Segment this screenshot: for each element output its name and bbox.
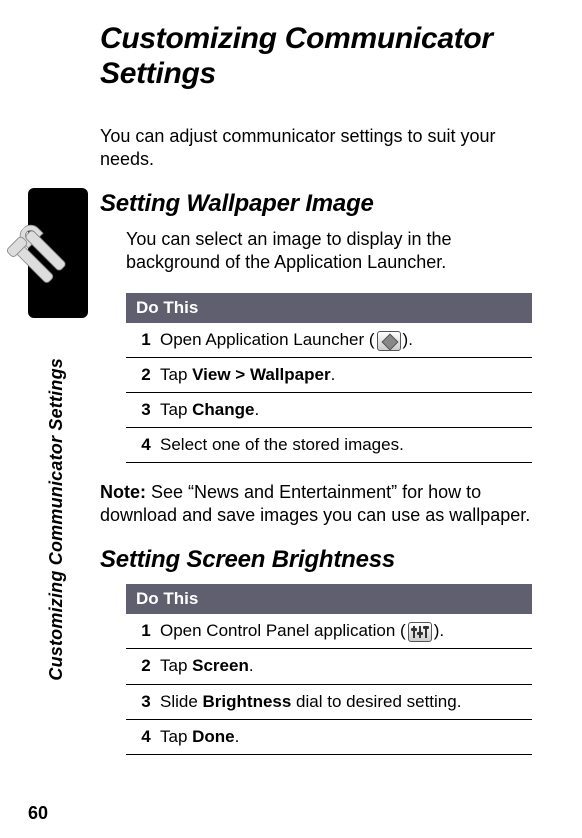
app-launcher-icon: [377, 331, 401, 351]
content: Customizing Communicator Settings You ca…: [100, 20, 552, 755]
table-row: 2 Tap View > Wallpaper.: [126, 358, 532, 393]
step-text: Slide Brightness dial to desired setting…: [160, 684, 532, 719]
table-header: Do This: [126, 584, 532, 614]
step-number: 1: [126, 614, 160, 649]
step-number: 2: [126, 649, 160, 684]
page-number: 60: [28, 803, 48, 824]
note-label: Note:: [100, 482, 146, 502]
step-text: Open Control Panel application ().: [160, 614, 532, 649]
table-row: 1 Open Control Panel application ().: [126, 614, 532, 649]
table-row: 3 Tap Change.: [126, 393, 532, 428]
section1-table: Do This 1 Open Application Launcher (). …: [126, 293, 532, 463]
step-text: Tap Screen.: [160, 649, 532, 684]
table-row: 2 Tap Screen.: [126, 649, 532, 684]
step-number: 2: [126, 358, 160, 393]
table-row: 4 Tap Done.: [126, 719, 532, 754]
table-row: 3 Slide Brightness dial to desired setti…: [126, 684, 532, 719]
table-header: Do This: [126, 293, 532, 323]
section1-heading: Setting Wallpaper Image: [100, 190, 532, 218]
tools-icon: [28, 188, 88, 318]
table-row: 4 Select one of the stored images.: [126, 428, 532, 463]
step-number: 3: [126, 684, 160, 719]
intro-text: You can adjust communicator settings to …: [100, 125, 532, 170]
step-number: 1: [126, 323, 160, 358]
section1-note: Note: See “News and Entertainment” for h…: [100, 481, 532, 526]
step-text: Tap Change.: [160, 393, 532, 428]
step-text: Tap View > Wallpaper.: [160, 358, 532, 393]
section2-heading: Setting Screen Brightness: [100, 546, 532, 574]
section1-intro: You can select an image to display in th…: [126, 228, 532, 273]
step-text: Select one of the stored images.: [160, 428, 532, 463]
step-number: 3: [126, 393, 160, 428]
section2-table: Do This 1 Open Control Panel application…: [126, 584, 532, 754]
page-title: Customizing Communicator Settings: [100, 22, 532, 91]
step-number: 4: [126, 719, 160, 754]
table-row: 1 Open Application Launcher ().: [126, 323, 532, 358]
sidebar: Customizing Communicator Settings: [28, 188, 88, 681]
step-text: Open Application Launcher ().: [160, 323, 532, 358]
step-text: Tap Done.: [160, 719, 532, 754]
sidebar-label: Customizing Communicator Settings: [46, 358, 67, 681]
page: Customizing Communicator Settings Custom…: [0, 0, 582, 838]
step-number: 4: [126, 428, 160, 463]
control-panel-icon: [408, 622, 432, 642]
